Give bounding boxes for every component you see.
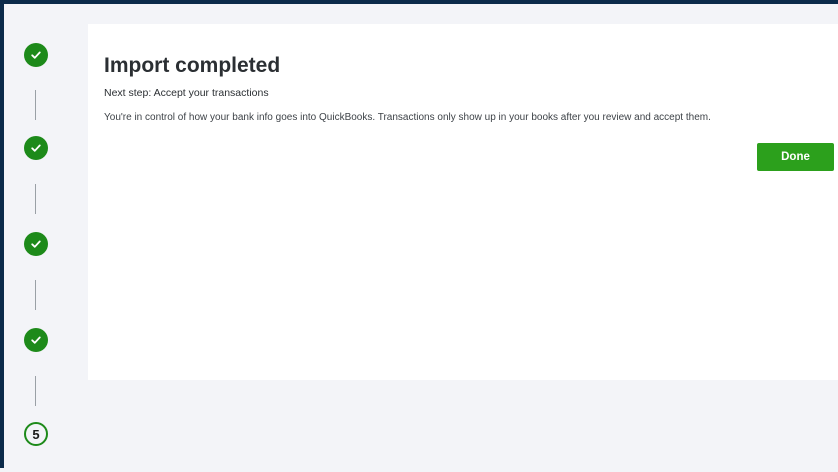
description-text: You're in control of how your bank info … bbox=[104, 112, 711, 123]
step-connector bbox=[35, 90, 36, 120]
step-5-current: 5 bbox=[24, 422, 48, 446]
done-button[interactable]: Done bbox=[757, 143, 834, 171]
step-connector bbox=[35, 280, 36, 310]
step-connector bbox=[35, 376, 36, 406]
page-title: Import completed bbox=[104, 54, 281, 77]
step-3-complete-icon bbox=[24, 232, 48, 256]
step-2-complete-icon bbox=[24, 136, 48, 160]
app-frame: 5 Import completed Next step: Accept you… bbox=[0, 0, 838, 468]
progress-stepper: 5 bbox=[8, 8, 68, 472]
step-connector bbox=[35, 184, 36, 214]
step-1-complete-icon bbox=[24, 43, 48, 67]
step-5-number: 5 bbox=[32, 426, 40, 442]
step-4-complete-icon bbox=[24, 328, 48, 352]
import-completed-card: Import completed Next step: Accept your … bbox=[88, 24, 838, 380]
next-step-text: Next step: Accept your transactions bbox=[104, 87, 269, 99]
